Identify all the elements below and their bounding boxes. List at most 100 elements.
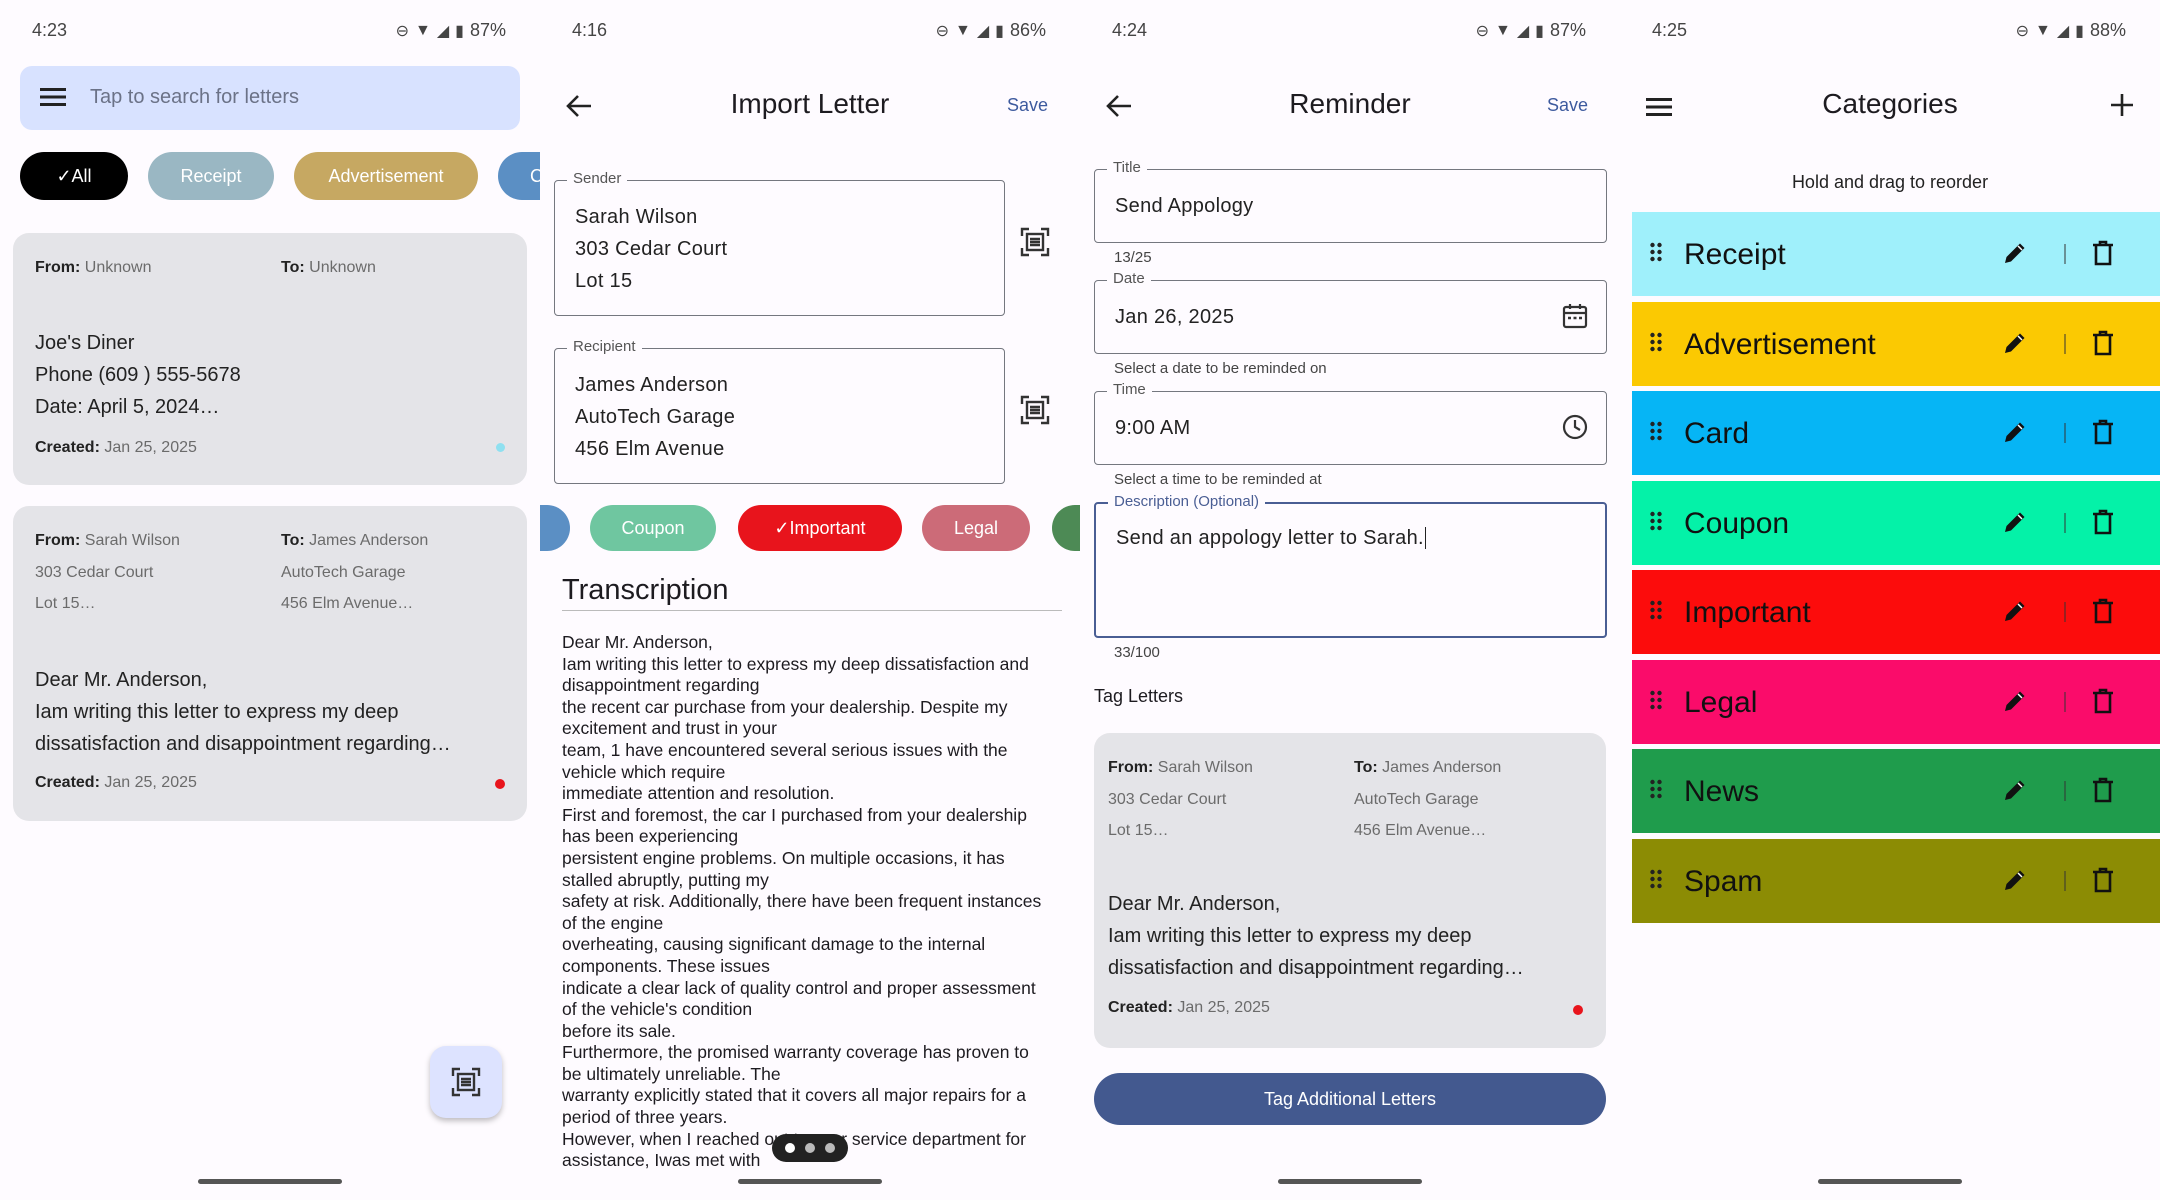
date-field[interactable]: Date Jan 26, 2025 xyxy=(1094,270,1607,354)
transcription-line: before its sale. xyxy=(562,1020,676,1041)
category-row-spam[interactable]: Spam xyxy=(1632,838,2160,923)
home-indicator[interactable] xyxy=(198,1179,342,1184)
calendar-icon[interactable] xyxy=(1562,303,1588,329)
status-time: 4:16 xyxy=(572,20,608,40)
transcription-line: warranty explicitly stated that it cover… xyxy=(562,1085,1026,1106)
edit-icon[interactable] xyxy=(2002,598,2028,624)
menu-icon[interactable] xyxy=(40,86,66,108)
delete-icon[interactable] xyxy=(2092,509,2114,535)
edit-icon[interactable] xyxy=(2002,509,2028,535)
letter-card[interactable]: From: Sarah Wilson 303 Cedar Court Lot 1… xyxy=(1094,733,1606,1048)
created-field: Created: Jan 25, 2025 xyxy=(35,774,197,791)
recipient-line: AutoTech Garage xyxy=(575,406,736,428)
category-row-card[interactable]: Card xyxy=(1632,391,2160,475)
scan-recipient-icon[interactable] xyxy=(1020,395,1050,425)
category-row-receipt[interactable]: Receipt xyxy=(1632,212,2160,296)
delete-icon[interactable] xyxy=(2092,598,2114,624)
transcription-line: Furthermore, the promised warranty cover… xyxy=(562,1042,1029,1063)
filter-chip-card[interactable]: C xyxy=(498,152,540,200)
filter-chip-all[interactable]: ✓ All xyxy=(20,152,128,200)
transcription-line: period of three years. xyxy=(562,1107,728,1128)
save-button[interactable]: Save xyxy=(1007,95,1048,116)
time-field[interactable]: Time 9:00 AM xyxy=(1094,381,1607,465)
from-field: From: Sarah Wilson xyxy=(35,532,180,549)
edit-icon[interactable] xyxy=(2002,419,2028,445)
category-row-advertisement[interactable]: Advertisement xyxy=(1632,301,2160,386)
battery-icon: ▮ xyxy=(455,22,464,40)
tag-chip-card[interactable] xyxy=(540,505,570,551)
edit-icon[interactable] xyxy=(2002,777,2028,803)
drag-handle-icon[interactable] xyxy=(1650,421,1662,441)
divider xyxy=(2064,870,2066,891)
drag-handle-icon[interactable] xyxy=(1650,332,1662,352)
created-field: Created: Jan 25, 2025 xyxy=(1108,999,1270,1016)
drag-handle-icon[interactable] xyxy=(1650,511,1662,531)
save-button[interactable]: Save xyxy=(1547,95,1588,116)
title-field[interactable]: Title Send Appology xyxy=(1094,159,1607,243)
check-icon: ✓ xyxy=(774,517,790,538)
sender-field[interactable]: Sender Sarah Wilson 303 Cedar Court Lot … xyxy=(554,170,1005,316)
delete-icon[interactable] xyxy=(2092,240,2114,266)
drag-handle-icon[interactable] xyxy=(1650,690,1662,710)
category-row-coupon[interactable]: Coupon xyxy=(1632,480,2160,565)
delete-icon[interactable] xyxy=(2092,419,2114,445)
edit-icon[interactable] xyxy=(2002,867,2028,893)
reorder-hint: Hold and drag to reorder xyxy=(1791,172,1989,192)
search-bar[interactable]: Tap to search for letters xyxy=(20,66,520,130)
add-icon[interactable] xyxy=(2110,93,2134,117)
home-indicator[interactable] xyxy=(738,1179,882,1184)
time-label: Time xyxy=(1107,381,1152,398)
recipient-label: Recipient xyxy=(567,338,642,355)
category-row-news[interactable]: News xyxy=(1632,749,2160,833)
tag-chip-legal[interactable]: Legal xyxy=(922,505,1030,551)
transcription-line: indicate a clear lack of quality control… xyxy=(562,977,1036,998)
tag-chip-coupon[interactable]: Coupon xyxy=(590,505,716,551)
recipient-field[interactable]: Recipient James Anderson AutoTech Garage… xyxy=(554,338,1005,484)
delete-icon[interactable] xyxy=(2092,777,2114,803)
description-field[interactable]: Description (Optional) Send an appology … xyxy=(1094,493,1607,638)
transcription-line: of the engine xyxy=(562,912,664,933)
tag-chip-news[interactable] xyxy=(1052,505,1080,551)
drag-handle-icon[interactable] xyxy=(1650,869,1662,889)
delete-icon[interactable] xyxy=(2092,330,2114,356)
category-name: Receipt xyxy=(1684,238,1786,271)
scan-sender-icon[interactable] xyxy=(1020,227,1050,257)
delete-icon[interactable] xyxy=(2092,867,2114,893)
edit-icon[interactable] xyxy=(2002,330,2028,356)
check-icon: ✓ xyxy=(56,165,72,186)
date-value: Jan 26, 2025 xyxy=(1115,306,1235,328)
tag-chip-important[interactable]: ✓ Important xyxy=(738,505,902,551)
delete-icon[interactable] xyxy=(2092,688,2114,714)
category-row-important[interactable]: Important xyxy=(1632,570,2160,654)
edit-icon[interactable] xyxy=(2002,688,2028,714)
screen-letters-list: 4:23 ⊖ ▼ ◢ ▮ 87% Tap to search for lette… xyxy=(0,0,540,1200)
letter-card[interactable]: From: Sarah Wilson 303 Cedar Court Lot 1… xyxy=(13,506,527,821)
clock-icon[interactable] xyxy=(1562,414,1588,440)
home-indicator[interactable] xyxy=(1818,1179,1962,1184)
category-row-legal[interactable]: Legal xyxy=(1632,659,2160,744)
drag-handle-icon[interactable] xyxy=(1650,242,1662,262)
transcription-text[interactable]: Dear Mr. Anderson, Iam writing this lette… xyxy=(562,632,1067,1172)
title-counter: 13/25 xyxy=(1114,249,1152,266)
drag-handle-icon[interactable] xyxy=(1650,600,1662,620)
battery-level: 86% xyxy=(1009,20,1046,40)
edit-icon[interactable] xyxy=(2002,240,2028,266)
to-address-line: AutoTech Garage xyxy=(281,564,406,581)
page-indicator[interactable] xyxy=(772,1134,848,1162)
letter-body-line: Iam writing this letter to express my de… xyxy=(1108,925,1472,947)
tag-additional-letters-button[interactable]: Tag Additional Letters xyxy=(1094,1073,1606,1125)
wifi-icon: ▼ xyxy=(955,21,971,39)
category-name: Coupon xyxy=(1684,506,1790,540)
transcription-line: vehicle which require xyxy=(562,761,726,782)
letter-card[interactable]: From: Unknown To: Unknown Joe's Diner Ph… xyxy=(13,233,527,485)
drag-handle-icon[interactable] xyxy=(1650,779,1662,799)
page-title: Categories xyxy=(1822,88,1958,119)
letter-body-line: Dear Mr. Anderson, xyxy=(35,669,208,691)
wifi-icon: ▼ xyxy=(1495,21,1511,39)
filter-chip-receipt[interactable]: Receipt xyxy=(148,152,274,200)
home-indicator[interactable] xyxy=(1278,1179,1422,1184)
letter-body-line: Phone (609 ) 555-5678 xyxy=(35,364,241,386)
scan-letter-fab[interactable] xyxy=(430,1046,502,1118)
filter-chip-advertisement[interactable]: Advertisement xyxy=(294,152,478,200)
transcription-line: has been experiencing xyxy=(562,826,739,847)
